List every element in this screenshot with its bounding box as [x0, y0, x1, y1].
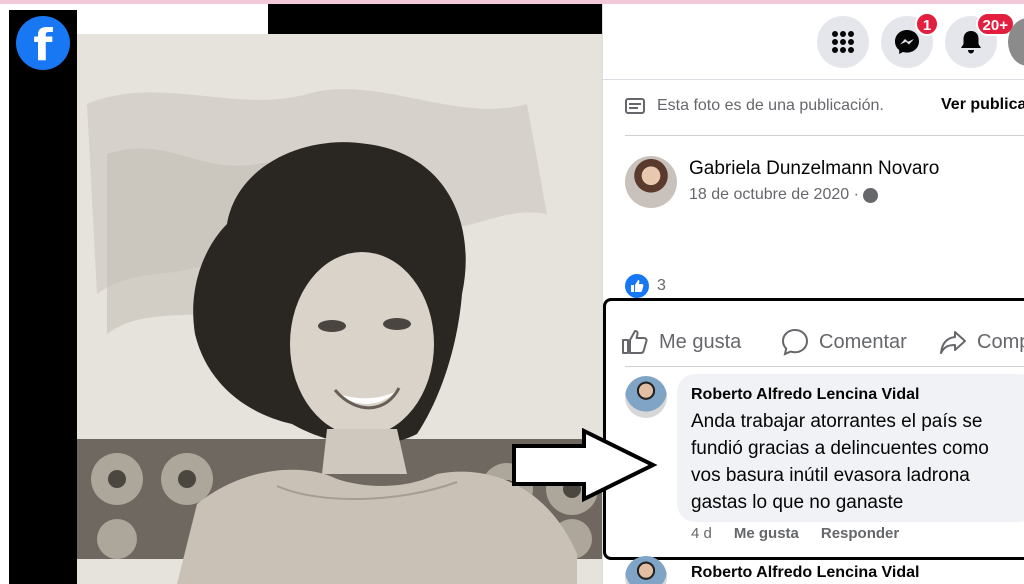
- top-toolbar: 1 20+: [603, 4, 1024, 78]
- share-button[interactable]: Compartir: [939, 322, 1024, 362]
- commenter-name[interactable]: Roberto Alfredo Lencina Vidal: [691, 386, 1023, 404]
- black-bar-top: [268, 4, 602, 34]
- comment-meta: 4 d Me gusta Responder: [691, 525, 899, 542]
- messenger-icon: [895, 30, 919, 54]
- comment-icon: [781, 328, 809, 356]
- thumbs-up-icon: [622, 330, 648, 354]
- grid-menu-icon: [832, 31, 854, 53]
- commenter-name[interactable]: Roberto Alfredo Lencina Vidal: [691, 564, 919, 582]
- menu-button[interactable]: [817, 16, 869, 68]
- reaction-count: 3: [657, 277, 666, 294]
- like-button[interactable]: Me gusta: [621, 322, 741, 362]
- share-icon: [940, 331, 966, 354]
- facebook-logo-letter: f: [33, 20, 53, 70]
- post-icon: [625, 98, 645, 114]
- like-reaction-icon: [625, 274, 649, 298]
- post-date-text[interactable]: 18 de octubre de 2020 ·: [689, 186, 859, 204]
- divider: [625, 135, 1024, 136]
- messenger-button[interactable]: 1: [881, 12, 939, 68]
- commenter-avatar[interactable]: [625, 376, 667, 418]
- author-avatar[interactable]: [625, 156, 677, 208]
- photo-notice-text: Esta foto es de una publicación.: [657, 97, 884, 114]
- like-button-label: Me gusta: [659, 330, 742, 353]
- comment-button-label: Comentar: [819, 330, 907, 353]
- view-post-link[interactable]: Ver publicación: [941, 96, 1024, 114]
- post-date: 18 de octubre de 2020 ·: [689, 186, 878, 204]
- black-bar-left: [9, 10, 77, 584]
- post-panel: 1 20+ Esta foto es de una publicación. V…: [602, 4, 1024, 584]
- annotation-arrow: [512, 428, 658, 502]
- reaction-summary[interactable]: 3: [625, 274, 666, 298]
- comment-button[interactable]: Comentar: [781, 322, 907, 362]
- comment-like-link[interactable]: Me gusta: [734, 525, 799, 542]
- author-name[interactable]: Gabriela Dunzelmann Novaro: [689, 158, 939, 180]
- divider: [603, 79, 1024, 80]
- facebook-logo[interactable]: f: [16, 16, 70, 70]
- comment-age[interactable]: 4 d: [691, 525, 712, 542]
- comment-reply-link[interactable]: Responder: [821, 525, 899, 542]
- globe-icon: [862, 187, 878, 203]
- post-actions: Me gusta Comentar Compartir: [621, 322, 1024, 362]
- notifications-button[interactable]: 20+: [945, 12, 1015, 68]
- divider: [625, 366, 1024, 367]
- comment-text: Anda trabajar atorrantes el país se fund…: [691, 411, 989, 513]
- commenter-avatar[interactable]: [625, 556, 667, 584]
- messenger-badge: 1: [915, 12, 939, 36]
- share-button-label: Compartir: [977, 330, 1024, 353]
- comment-bubble: Roberto Alfredo Lencina Vidal Anda traba…: [677, 374, 1024, 522]
